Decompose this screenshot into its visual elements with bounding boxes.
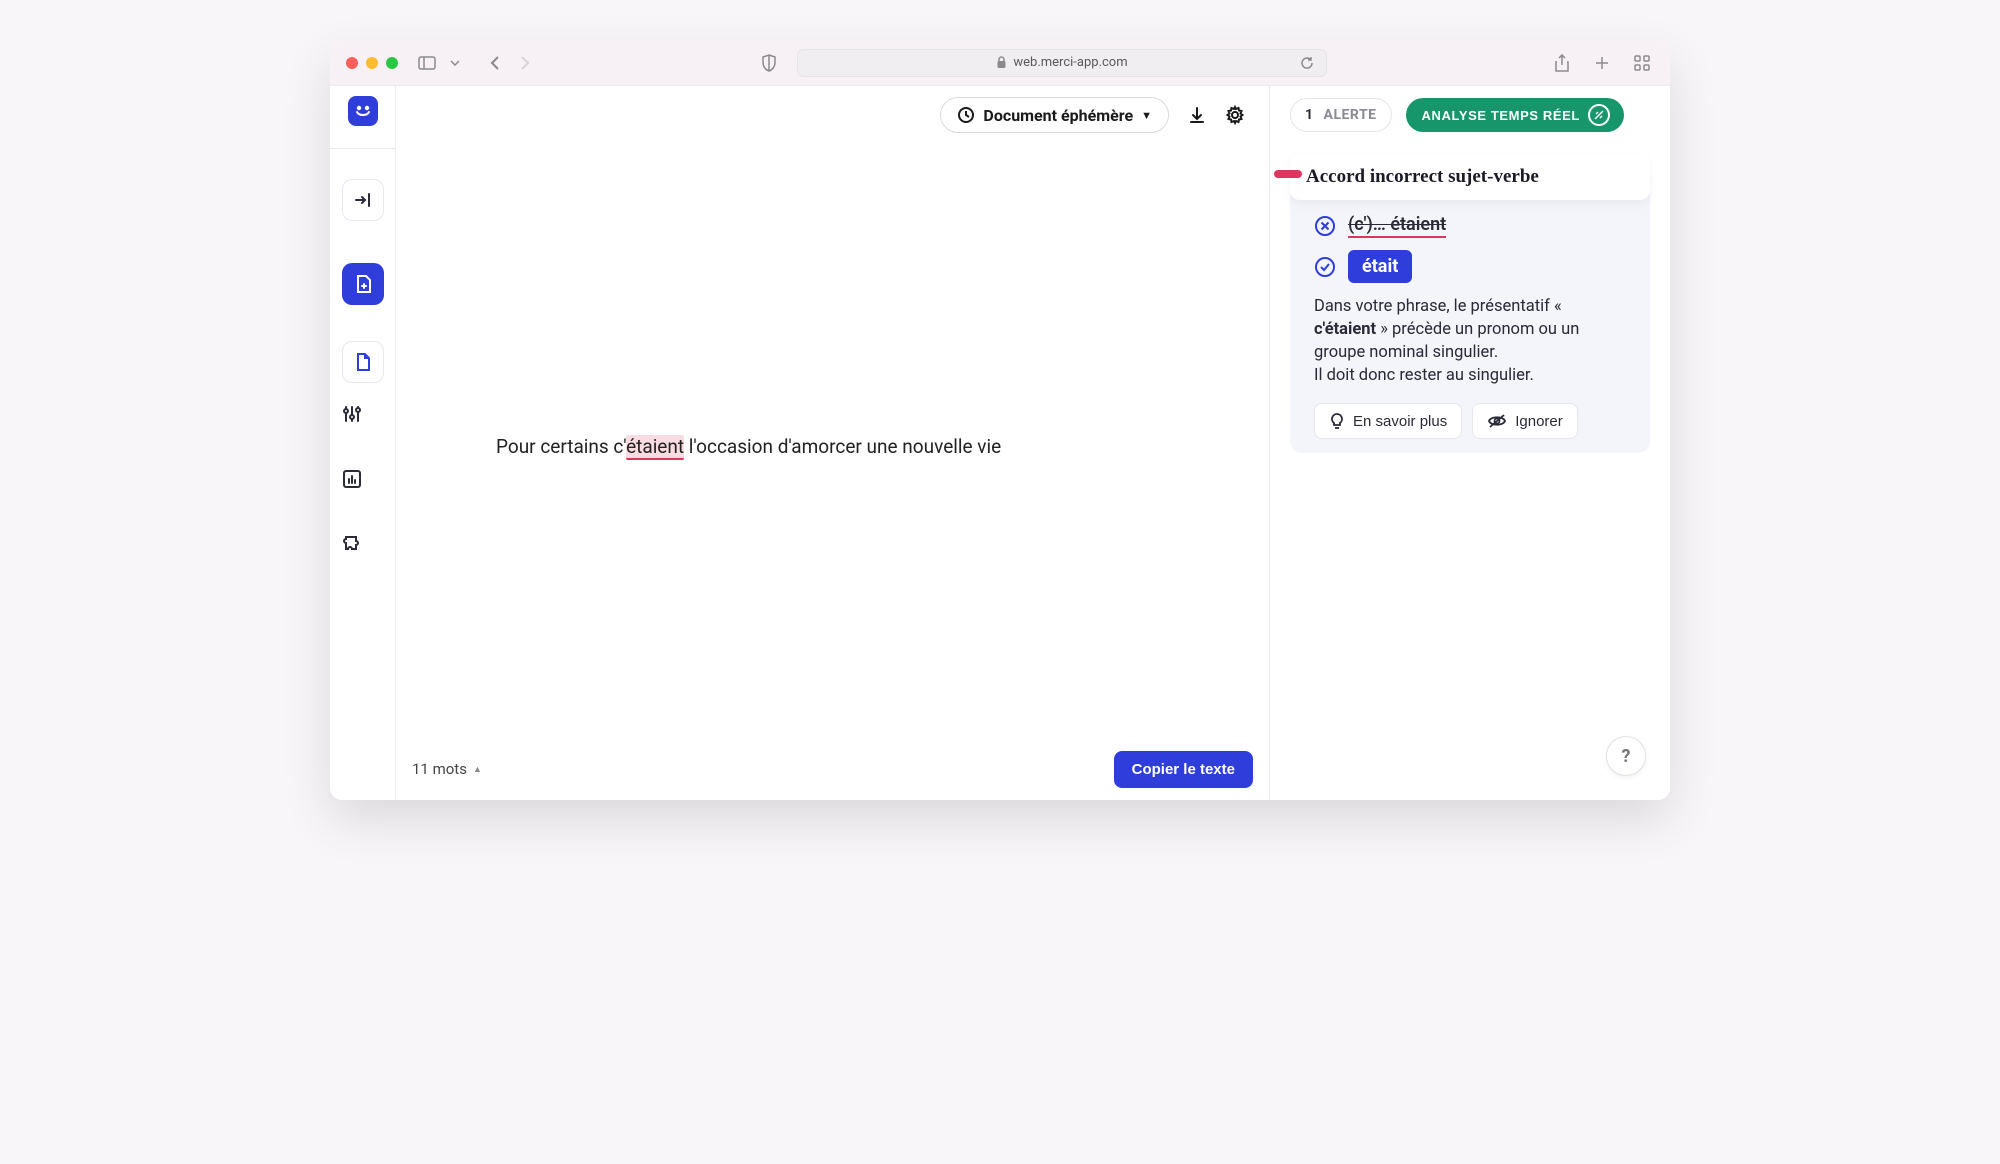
help-button[interactable]: ? xyxy=(1606,736,1646,776)
ignore-label: Ignorer xyxy=(1515,413,1563,430)
share-icon[interactable] xyxy=(1550,50,1574,76)
safari-window: web.merci-app.com xyxy=(330,40,1670,800)
suggestion-explanation: Dans votre phrase, le présentatif « c'ét… xyxy=(1290,283,1650,387)
nav-buttons xyxy=(486,52,534,74)
sliders-icon xyxy=(342,405,362,423)
sidebar-item-collapse[interactable] xyxy=(342,179,384,221)
tabs-overview-icon[interactable] xyxy=(1630,50,1654,76)
main-column: Document éphémère ▼ Pour certains c'étai… xyxy=(396,86,1270,800)
sidebar-divider xyxy=(330,148,395,149)
realtime-analysis-badge-icon xyxy=(1588,104,1610,126)
reload-icon[interactable] xyxy=(1296,52,1318,74)
sidebar-item-settings-sliders[interactable] xyxy=(342,405,384,447)
browser-titlebar: web.merci-app.com xyxy=(330,40,1670,86)
download-icon xyxy=(1187,105,1207,125)
suggestion-wrong-text: (c')… étaient xyxy=(1348,214,1446,238)
explanation-bold: c'étaient xyxy=(1314,320,1376,339)
document-type-dropdown[interactable]: Document éphémère ▼ xyxy=(940,97,1169,133)
document-plus-icon xyxy=(354,274,372,294)
check-circle-icon xyxy=(1314,256,1336,278)
collapse-right-icon xyxy=(354,193,372,207)
realtime-analysis-button[interactable]: ANALYSE TEMPS RÉEL xyxy=(1406,98,1624,132)
forward-button[interactable] xyxy=(514,52,534,74)
chevron-up-icon: ▲ xyxy=(473,764,482,775)
sidebar-item-stats[interactable] xyxy=(342,469,384,511)
smiley-icon xyxy=(353,104,373,118)
sidebar-toggle-icon[interactable] xyxy=(414,52,440,74)
close-window-button[interactable] xyxy=(346,57,358,69)
eye-off-icon xyxy=(1487,413,1507,429)
suggestion-actions: En savoir plus Ignorer xyxy=(1290,387,1650,439)
editor-statusbar: 11 mots ▲ Copier le texte xyxy=(396,750,1269,800)
suggestions-panel: 1 ALERTE ANALYSE TEMPS RÉEL Accord incor… xyxy=(1270,86,1670,800)
x-circle-icon xyxy=(1314,215,1336,237)
address-bar-text: web.merci-app.com xyxy=(1013,55,1127,70)
suggestion-title: Accord incorrect sujet-verbe xyxy=(1306,166,1539,188)
copy-text-button[interactable]: Copier le texte xyxy=(1114,751,1253,788)
alert-count-number: 1 xyxy=(1305,107,1314,123)
alert-count-label: ALERTE xyxy=(1324,107,1377,123)
zoom-window-button[interactable] xyxy=(386,57,398,69)
lightbulb-icon xyxy=(1329,412,1345,430)
word-count-label: 11 mots xyxy=(412,760,467,778)
explanation-line2: Il doit donc rester au singulier. xyxy=(1314,366,1534,385)
explanation-pre: Dans votre phrase, le présentatif « xyxy=(1314,297,1562,316)
suggestion-card: Accord incorrect sujet-verbe (c')… étaie… xyxy=(1290,154,1650,453)
back-button[interactable] xyxy=(486,52,506,74)
clock-icon xyxy=(957,106,975,124)
minimize-window-button[interactable] xyxy=(366,57,378,69)
address-bar[interactable]: web.merci-app.com xyxy=(797,49,1327,77)
suggestion-body: (c')… étaient était xyxy=(1290,214,1650,283)
suggestions-panel-header: 1 ALERTE ANALYSE TEMPS RÉEL xyxy=(1270,86,1670,144)
word-count[interactable]: 11 mots ▲ xyxy=(412,760,482,778)
sidebar-item-document[interactable] xyxy=(342,341,384,383)
gear-icon xyxy=(1225,105,1245,125)
shield-icon[interactable] xyxy=(757,50,781,76)
learn-more-label: En savoir plus xyxy=(1353,413,1447,430)
chevron-down-icon[interactable] xyxy=(446,56,464,70)
editor-area[interactable]: Pour certains c'étaient l'occasion d'amo… xyxy=(396,144,1269,750)
help-icon: ? xyxy=(1622,746,1631,767)
chevron-down-icon: ▼ xyxy=(1141,109,1152,122)
puzzle-icon xyxy=(342,533,362,553)
realtime-analysis-label: ANALYSE TEMPS RÉEL xyxy=(1422,108,1580,123)
ignore-button[interactable]: Ignorer xyxy=(1472,403,1578,439)
window-traffic-lights xyxy=(346,57,398,69)
suggestion-card-header[interactable]: Accord incorrect sujet-verbe xyxy=(1290,154,1650,200)
suggestion-right-row[interactable]: était xyxy=(1314,250,1626,283)
editor-text-pre: Pour certains c' xyxy=(496,435,626,458)
app-body: Document éphémère ▼ Pour certains c'étai… xyxy=(330,86,1670,800)
document-type-label: Document éphémère xyxy=(983,106,1133,125)
sidebar-item-new-document[interactable] xyxy=(342,263,384,305)
download-button[interactable] xyxy=(1187,105,1207,125)
suggestion-wrong-row: (c')… étaient xyxy=(1314,214,1626,238)
editor-error-word[interactable]: étaient xyxy=(626,435,684,460)
editor-text[interactable]: Pour certains c'étaient l'occasion d'amo… xyxy=(496,433,1001,462)
app-logo[interactable] xyxy=(348,96,378,126)
new-tab-icon[interactable] xyxy=(1590,50,1614,76)
lock-icon xyxy=(996,56,1007,69)
suggestion-severity-marker xyxy=(1274,170,1302,178)
titlebar-right-controls xyxy=(1550,50,1654,76)
alert-count-pill[interactable]: 1 ALERTE xyxy=(1290,98,1392,132)
learn-more-button[interactable]: En savoir plus xyxy=(1314,403,1462,439)
suggestion-right-text[interactable]: était xyxy=(1348,250,1412,283)
sidebar-item-extensions[interactable] xyxy=(342,533,384,575)
settings-button[interactable] xyxy=(1225,105,1245,125)
document-icon xyxy=(355,352,371,372)
bar-chart-icon xyxy=(342,469,362,489)
app-sidebar xyxy=(330,86,396,800)
editor-toolbar: Document éphémère ▼ xyxy=(396,86,1269,144)
editor-text-post: l'occasion d'amorcer une nouvelle vie xyxy=(684,435,1001,458)
